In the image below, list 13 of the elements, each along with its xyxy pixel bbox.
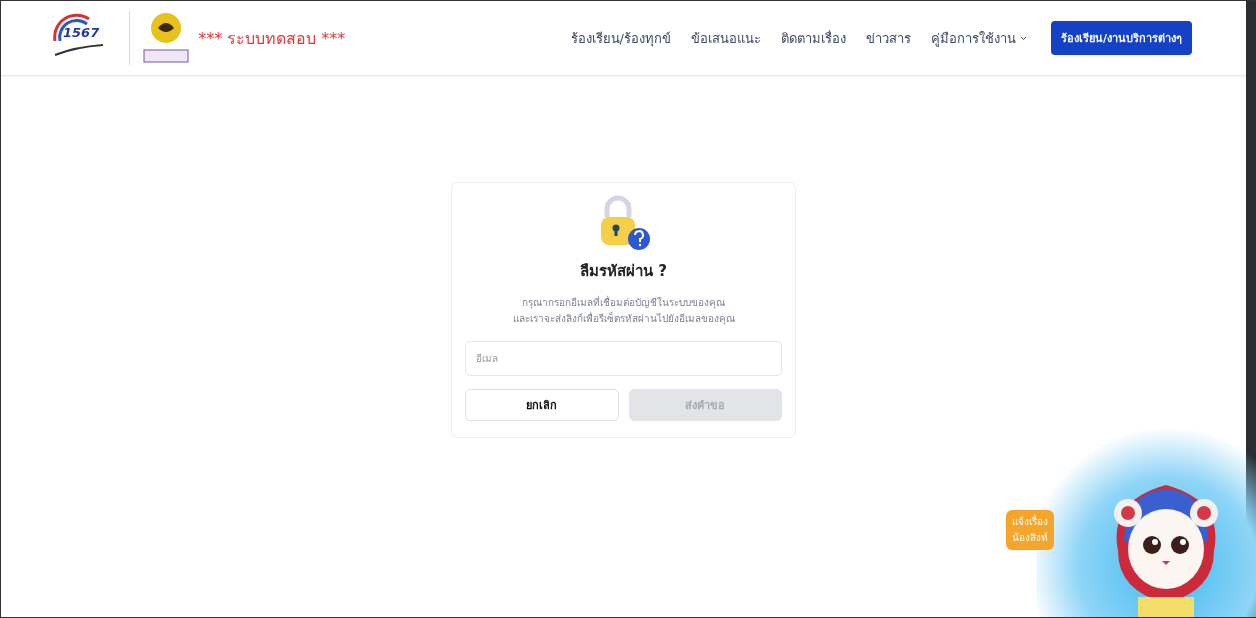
form-button[interactable]: ยกเลิก — [465, 389, 619, 421]
chevron-down-icon — [1019, 35, 1027, 41]
nav-link[interactable]: ข่าวสาร — [865, 27, 911, 49]
complaint-button[interactable]: ร้องเรียน/งานบริการต่างๆ — [1050, 21, 1192, 55]
nav-link[interactable]: คู่มือการใช้งาน — [930, 27, 1027, 49]
description-text: กรุณากรอกอีเมลที่เชื่อมต่อบัญชีในระบบของคุณ และเราจะส่งลิงก์เพื่อรีเซ็ตรหัสผ่านไปยังอีเมลของคุณ — [512, 295, 735, 327]
nav-link[interactable]: ติดตามเรื่อง — [780, 27, 846, 49]
nav-link[interactable]: ข้อเสนอแนะ — [690, 27, 761, 49]
card-title: ลืมรหัสผ่าน ? — [580, 261, 667, 282]
email-field[interactable]: อีเมล — [465, 341, 782, 376]
nav-link[interactable]: ร้องเรียน/ร้องทุกข์ — [570, 27, 671, 49]
logo-text: 1567 — [63, 24, 100, 40]
site-title: *** ระบบทดสอบ *** — [198, 27, 346, 50]
